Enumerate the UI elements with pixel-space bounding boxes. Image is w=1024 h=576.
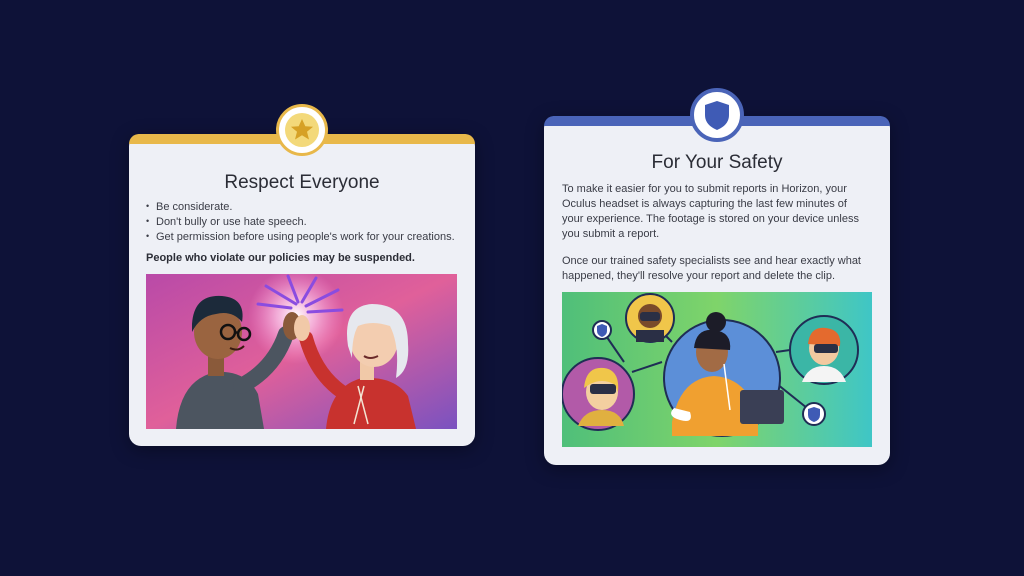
bullet-item: Be considerate. [146, 199, 455, 215]
bullet-item: Don't bully or use hate speech. [146, 214, 455, 230]
safety-card-title: For Your Safety [651, 152, 783, 173]
respect-card-bullet-list: Be considerate. Don't bully or use hate … [146, 199, 455, 245]
for-your-safety-card: For Your Safety To make it easier for yo… [544, 88, 890, 465]
safety-card-badge [690, 88, 744, 142]
suspension-warning: People who violate our policies may be s… [146, 252, 415, 264]
respect-card-title: Respect Everyone [224, 172, 380, 193]
star-icon [285, 113, 319, 147]
safety-specialists-illustration [562, 292, 872, 447]
safety-paragraph-1: To make it easier for you to submit repo… [562, 183, 859, 240]
high-five-illustration [146, 274, 457, 429]
safety-paragraph-2: Once our trained safety specialists see … [562, 255, 861, 282]
bullet-item: Get permission before using people's wor… [146, 229, 455, 245]
respect-card-badge [276, 104, 328, 156]
respect-everyone-card: Respect Everyone Be considerate. Don't b… [129, 104, 475, 446]
shield-icon [705, 101, 729, 130]
